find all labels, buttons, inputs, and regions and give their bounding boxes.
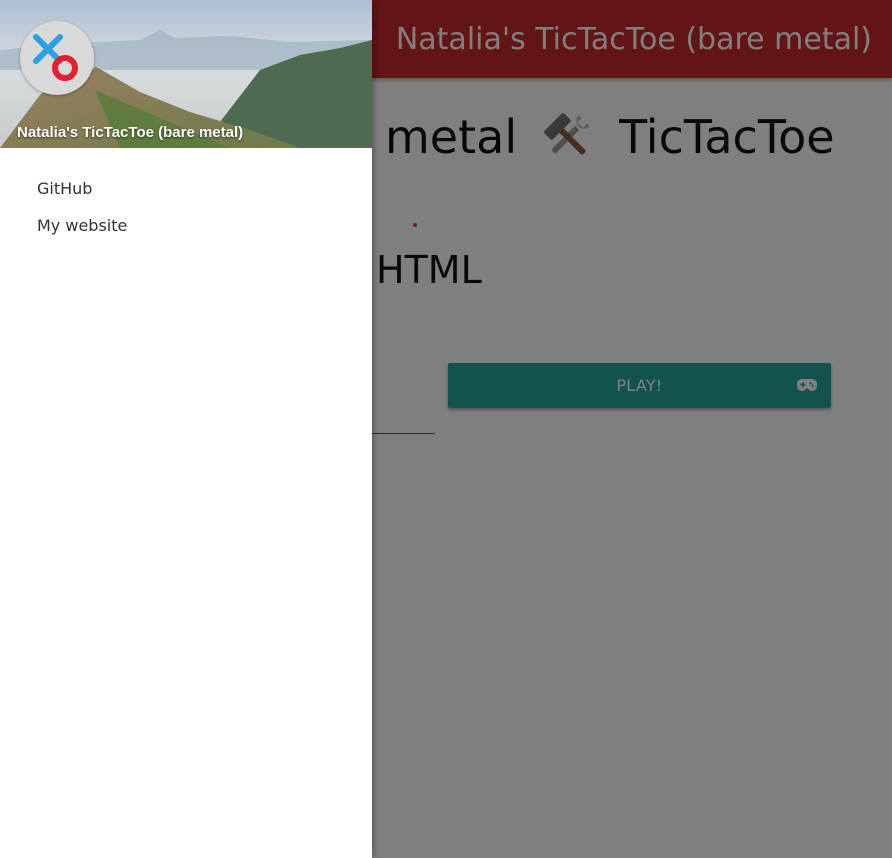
tictactoe-xo-logo-icon xyxy=(33,34,78,81)
nav-item-my-website[interactable]: My website xyxy=(0,196,372,256)
drawer-header: Natalia's TicTacToe (bare metal) xyxy=(0,0,372,148)
drawer-nav-list: GitHub My website xyxy=(0,148,372,256)
page: Natalia's TicTacToe (bare metal) metal T… xyxy=(0,0,892,858)
drawer-app-name: Natalia's TicTacToe (bare metal) xyxy=(17,124,244,141)
side-nav-drawer: Natalia's TicTacToe (bare metal) GitHub … xyxy=(0,0,372,858)
app-logo-avatar xyxy=(20,21,94,95)
